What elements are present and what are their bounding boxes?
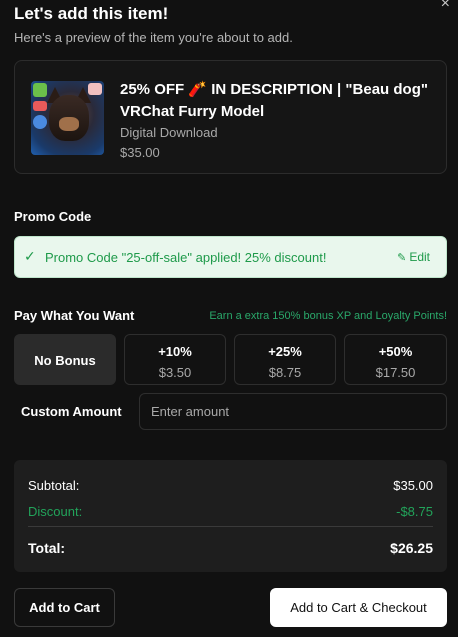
promo-edit-button[interactable]: ✎ Edit <box>397 250 430 264</box>
bonus-option-label: +25% <box>268 344 302 359</box>
custom-amount-input[interactable] <box>139 393 447 430</box>
bonus-option-25[interactable]: +25% $8.75 <box>234 334 336 385</box>
item-thumbnail <box>31 81 104 155</box>
bonus-option-none[interactable]: No Bonus <box>14 334 116 385</box>
bonus-option-amount: $17.50 <box>375 365 416 380</box>
bonus-option-label: +10% <box>158 344 192 359</box>
item-preview-card: 25% OFF 🧨 IN DESCRIPTION | "Beau dog" VR… <box>14 60 447 174</box>
item-price: $35.00 <box>120 145 160 160</box>
discount-label: Discount: <box>28 504 83 519</box>
bonus-option-amount: $3.50 <box>158 365 192 380</box>
check-icon: ✓ <box>24 248 36 264</box>
custom-amount-label: Custom Amount <box>21 404 122 419</box>
subtotal-row: Subtotal: $35.00 <box>28 478 433 493</box>
discount-row: Discount: -$8.75 <box>28 504 433 519</box>
close-icon[interactable]: × <box>441 0 450 12</box>
total-label: Total: <box>28 540 66 556</box>
order-summary: Subtotal: $35.00 Discount: -$8.75 Total:… <box>14 460 447 572</box>
bonus-xp-hint-link[interactable]: Earn a extra 150% bonus XP and Loyalty P… <box>209 310 447 322</box>
item-type: Digital Download <box>120 125 218 140</box>
promo-edit-label: Edit <box>409 250 430 264</box>
dialog-title: Let's add this item! <box>14 4 169 23</box>
subtotal-value: $35.00 <box>393 478 433 493</box>
dialog-subtitle: Here's a preview of the item you're abou… <box>14 30 293 45</box>
firecracker-emoji-icon: 🧨 <box>188 81 208 98</box>
total-row: Total: $26.25 <box>28 540 433 556</box>
add-to-cart-checkout-button[interactable]: Add to Cart & Checkout <box>270 588 447 627</box>
bonus-option-amount: $8.75 <box>268 365 302 380</box>
bonus-option-label: +50% <box>378 344 413 359</box>
summary-divider <box>28 526 433 527</box>
bonus-option-10[interactable]: +10% $3.50 <box>124 334 226 385</box>
promo-message: Promo Code "25-off-sale" applied! 25% di… <box>45 250 327 265</box>
item-title: 25% OFF 🧨 IN DESCRIPTION | "Beau dog" VR… <box>120 79 440 123</box>
discount-value: -$8.75 <box>396 504 433 519</box>
promo-applied-banner: ✓ Promo Code "25-off-sale" applied! 25% … <box>14 236 447 278</box>
item-title-prefix: 25% OFF <box>120 81 189 98</box>
total-value: $26.25 <box>390 540 433 556</box>
promo-code-label: Promo Code <box>14 209 92 224</box>
add-to-cart-button[interactable]: Add to Cart <box>14 588 115 627</box>
subtotal-label: Subtotal: <box>28 478 80 493</box>
bonus-option-label: No Bonus <box>34 353 96 368</box>
pencil-icon: ✎ <box>397 252 407 264</box>
pay-what-you-want-label: Pay What You Want <box>14 308 135 323</box>
bonus-option-50[interactable]: +50% $17.50 <box>344 334 447 385</box>
